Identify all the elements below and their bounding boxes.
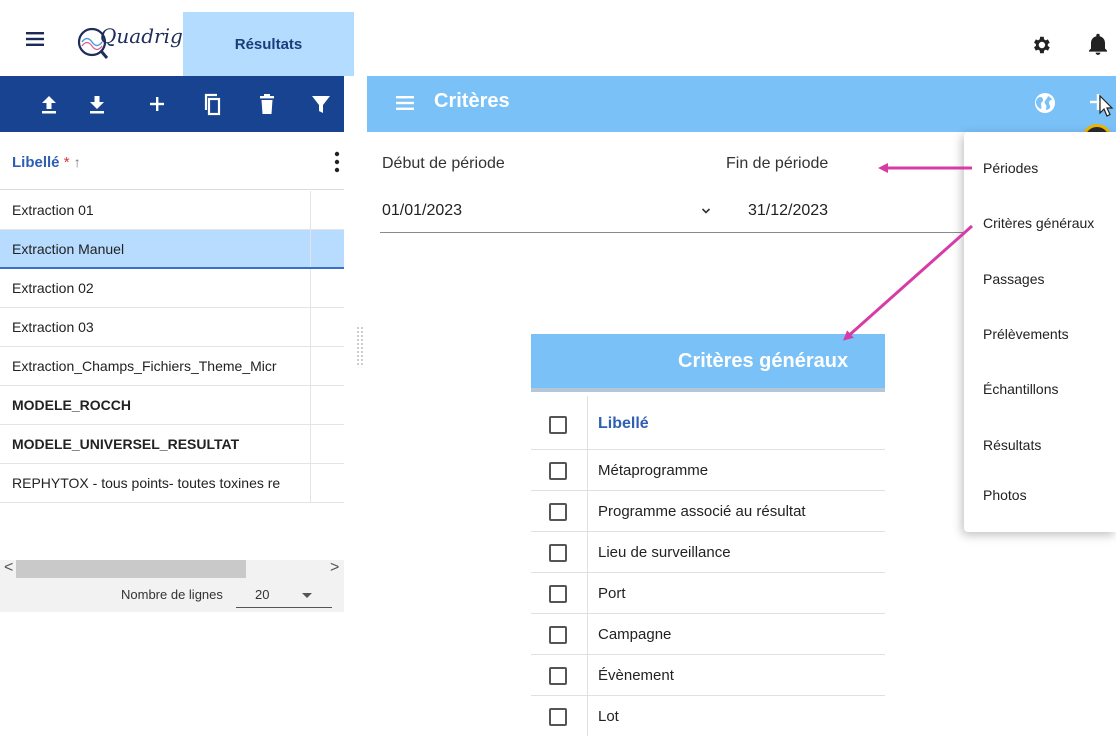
- periode-field[interactable]: [380, 192, 970, 233]
- fin-periode-label: Fin de période: [726, 155, 829, 172]
- upload-icon[interactable]: [38, 92, 60, 116]
- filter-icon[interactable]: [310, 92, 332, 116]
- chevron-down-icon[interactable]: [701, 206, 711, 216]
- row-label: Extraction 01: [12, 202, 94, 218]
- list-item[interactable]: [531, 655, 885, 696]
- hamburger-menu-icon[interactable]: [26, 32, 44, 46]
- rows-per-page-value: 20: [255, 587, 270, 602]
- criteria-title: Critères: [434, 90, 510, 112]
- row-checkbox[interactable]: [549, 667, 567, 685]
- required-mark: *: [63, 154, 70, 171]
- menu-item-echantillons[interactable]: Échantillons: [983, 381, 1059, 397]
- scroll-right-icon[interactable]: >: [330, 559, 339, 577]
- table-row[interactable]: Extraction_Champs_Fichiers_Theme_Micr: [0, 347, 344, 386]
- fin-periode-value[interactable]: 31/12/2023: [748, 202, 828, 220]
- row-label: Extraction 02: [12, 280, 94, 296]
- menu-item-photos[interactable]: Photos: [983, 487, 1027, 503]
- menu-item-prelevements[interactable]: Prélèvements: [983, 326, 1069, 342]
- column-header-label: Libellé: [12, 154, 60, 171]
- copy-icon[interactable]: [200, 92, 222, 116]
- criteres-generaux-title: Critères généraux: [678, 350, 849, 372]
- list-item-label[interactable]: Lieu de surveillance: [598, 544, 731, 561]
- list-item-label[interactable]: Métaprogramme: [598, 462, 708, 479]
- criteres-generaux-header-row: [531, 396, 885, 450]
- table-row[interactable]: Extraction Manuel: [0, 230, 344, 269]
- delete-icon[interactable]: [256, 92, 278, 116]
- row-checkbox[interactable]: [549, 708, 567, 726]
- menu-item-passages[interactable]: Passages: [983, 271, 1044, 287]
- column-header-libelle[interactable]: Libellé * ↑: [12, 154, 81, 171]
- row-checkbox[interactable]: [549, 585, 567, 603]
- list-item[interactable]: [531, 696, 885, 736]
- app-logo-text: Quadrige: [100, 24, 195, 48]
- arrow-to-criteres-generaux: [843, 224, 973, 341]
- list-item-label[interactable]: Port: [598, 585, 626, 602]
- list-item-label[interactable]: Programme associé au résultat: [598, 503, 806, 520]
- sort-arrow-icon: ↑: [73, 154, 81, 170]
- rows-per-page-select[interactable]: [236, 582, 332, 608]
- debut-periode-label: Début de période: [382, 155, 505, 172]
- table-row[interactable]: Extraction 03: [0, 308, 344, 347]
- row-checkbox[interactable]: [549, 544, 567, 562]
- row-label: Extraction_Champs_Fichiers_Theme_Micr: [12, 358, 277, 374]
- table-row[interactable]: REPHYTOX - tous points- toutes toxines r…: [0, 464, 344, 503]
- menu-item-resultats[interactable]: Résultats: [983, 437, 1041, 453]
- list-item-label[interactable]: Lot: [598, 708, 619, 725]
- table-row[interactable]: MODELE_ROCCH: [0, 386, 344, 425]
- mouse-cursor-icon: [1099, 95, 1114, 117]
- table-row[interactable]: Extraction 02: [0, 269, 344, 308]
- select-all-checkbox[interactable]: [549, 416, 567, 434]
- list-item-label[interactable]: Campagne: [598, 626, 671, 643]
- bell-icon[interactable]: [1088, 33, 1108, 55]
- row-label: MODELE_UNIVERSEL_RESULTAT: [12, 436, 240, 452]
- column-options-icon[interactable]: [334, 150, 340, 174]
- list-item[interactable]: [531, 614, 885, 655]
- row-checkbox[interactable]: [549, 462, 567, 480]
- list-item-label[interactable]: Évènement: [598, 667, 674, 684]
- rows-per-page-label: Nombre de lignes: [121, 587, 223, 602]
- scroll-left-icon[interactable]: <: [4, 559, 13, 577]
- row-label: MODELE_ROCCH: [12, 397, 132, 413]
- scrollbar-thumb[interactable]: [16, 560, 246, 578]
- download-icon[interactable]: [86, 92, 108, 116]
- gear-icon[interactable]: [1030, 34, 1052, 56]
- row-checkbox[interactable]: [549, 503, 567, 521]
- debut-periode-value[interactable]: 01/01/2023: [382, 202, 462, 220]
- menu-item-criteres-generaux[interactable]: Critères généraux: [983, 215, 1094, 231]
- left-toolbar: [0, 76, 344, 132]
- add-icon[interactable]: [146, 92, 168, 116]
- row-label: Extraction Manuel: [12, 241, 125, 257]
- row-label: REPHYTOX - tous points- toutes toxines r…: [12, 475, 281, 491]
- menu-item-periodes[interactable]: Périodes: [983, 160, 1038, 176]
- table-row[interactable]: Extraction 01: [0, 191, 344, 230]
- tab-resultats[interactable]: Résultats: [183, 12, 354, 76]
- row-checkbox[interactable]: [549, 626, 567, 644]
- list-item[interactable]: [531, 573, 885, 614]
- panel-resize-handle[interactable]: [356, 326, 364, 366]
- column-header-libelle[interactable]: Libellé: [598, 415, 649, 433]
- table-row[interactable]: MODELE_UNIVERSEL_RESULTAT: [0, 425, 344, 464]
- hamburger-menu-icon[interactable]: [396, 96, 414, 110]
- caret-down-icon: [302, 593, 312, 598]
- row-label: Extraction 03: [12, 319, 94, 335]
- globe-icon[interactable]: [1034, 92, 1056, 114]
